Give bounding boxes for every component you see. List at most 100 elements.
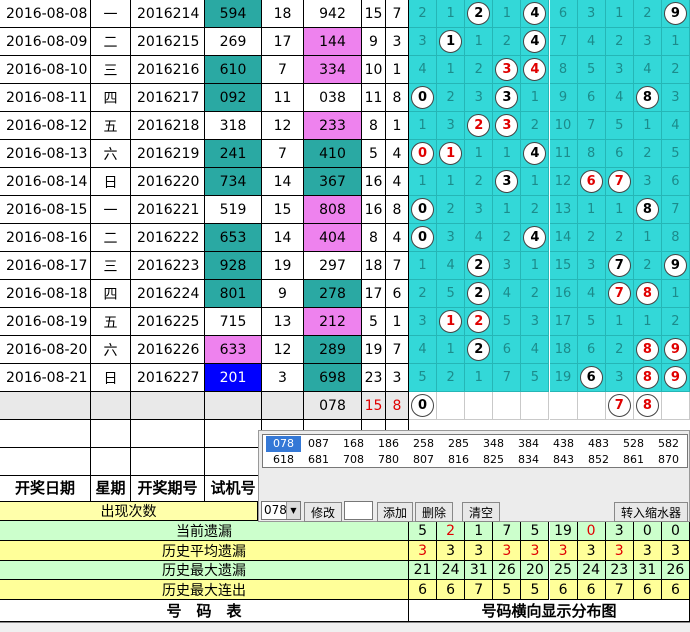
miss-count: 1 (530, 258, 540, 273)
blank-cell (91, 448, 131, 476)
distribution-cell: 3 (409, 308, 438, 336)
table-cell-sum: 17 (262, 28, 304, 56)
table-cell-week: 一 (91, 0, 131, 28)
hit-number-ball: 8 (635, 282, 659, 305)
combo-list-item[interactable]: 861 (616, 452, 651, 468)
combo-list-item[interactable]: 528 (616, 436, 651, 452)
table-cell-week: 四 (91, 84, 131, 112)
table-cell-week: 五 (91, 112, 131, 140)
stats-value: 6 (409, 580, 438, 600)
pending-distribution-cell (577, 392, 606, 420)
stats-value: 0 (661, 521, 690, 541)
combo-list-item[interactable]: 078 (266, 436, 301, 452)
distribution-cell: 3 (493, 84, 522, 112)
table-cell-date: 2016-08-16 (0, 224, 91, 252)
number-select[interactable]: 078 ▼ (261, 501, 301, 520)
combo-list-item[interactable]: 708 (336, 452, 371, 468)
miss-count: 2 (446, 90, 455, 105)
combo-list-item[interactable]: 384 (511, 436, 546, 452)
stats-value: 26 (493, 561, 522, 580)
miss-count: 4 (474, 230, 483, 245)
stats-value: 6 (549, 580, 578, 600)
combo-list-item[interactable]: 852 (581, 452, 616, 468)
clear-button[interactable]: 清空 (462, 502, 500, 522)
miss-count: 1 (615, 314, 624, 329)
blank-cell (0, 420, 91, 448)
table-cell-tail: 4 (386, 168, 409, 196)
table-cell-issue: 2016222 (131, 224, 205, 252)
distribution-cell: 0 (409, 140, 438, 168)
stats-value: 3 (661, 541, 690, 561)
hit-number-ball: 4 (523, 142, 547, 165)
distribution-cell: 3 (521, 308, 550, 336)
combo-list-item[interactable]: 186 (371, 436, 406, 452)
header-test-number: 试机号 (205, 473, 262, 502)
pending-distribution-cell (493, 392, 522, 420)
miss-count: 18 (554, 342, 572, 357)
stats-value: 3 (633, 541, 662, 561)
combo-list-item[interactable]: 870 (651, 452, 686, 468)
stats-value: 1 (465, 521, 494, 541)
distribution-cell: 5 (409, 364, 438, 392)
combo-list-item[interactable]: 843 (546, 452, 581, 468)
distribution-cell: 8 (577, 140, 606, 168)
combo-list-item[interactable]: 816 (441, 452, 476, 468)
distribution-cell: 1 (521, 84, 550, 112)
number-input-field[interactable] (344, 501, 373, 520)
transfer-to-reducer-button[interactable]: 转入缩水器 (614, 502, 688, 522)
miss-count: 17 (554, 314, 572, 329)
table-cell-span: 5 (362, 140, 386, 168)
stats-value: 3 (577, 541, 606, 561)
combo-list-item[interactable]: 582 (651, 436, 686, 452)
distribution-cell: 2 (633, 140, 662, 168)
hit-number-ball: 2 (467, 282, 491, 305)
table-cell-issue: 2016225 (131, 308, 205, 336)
distribution-cell: 0 (409, 224, 438, 252)
combo-list-item[interactable]: 780 (371, 452, 406, 468)
distribution-cell: 4 (577, 28, 606, 56)
number-select-value: 078 (264, 503, 287, 517)
miss-count: 1 (446, 6, 455, 21)
distribution-cell: 8 (661, 224, 690, 252)
table-cell-draw-number: 928 (205, 252, 262, 280)
distribution-cell: 2 (493, 224, 522, 252)
pending-distribution-cell (661, 392, 690, 420)
combo-list-item[interactable]: 681 (301, 452, 336, 468)
combo-list-item[interactable]: 807 (406, 452, 441, 468)
combo-list-item[interactable]: 438 (546, 436, 581, 452)
distribution-cell: 7 (661, 196, 690, 224)
distribution-cell: 5 (605, 112, 634, 140)
miss-count: 7 (558, 34, 568, 49)
delete-button[interactable]: 删除 (415, 502, 453, 522)
miss-count: 1 (502, 6, 511, 21)
hit-number-ball: 4 (523, 30, 547, 53)
modify-button[interactable]: 修改 (304, 502, 342, 522)
table-cell-tail: 4 (386, 224, 409, 252)
stats-value: 23 (605, 561, 634, 580)
table-cell-draw-number: 519 (205, 196, 262, 224)
miss-count: 5 (587, 62, 596, 77)
combo-list-item[interactable]: 258 (406, 436, 441, 452)
distribution-cell: 2 (465, 336, 494, 364)
miss-count: 3 (587, 258, 596, 273)
distribution-cell: 8 (633, 196, 662, 224)
miss-count: 2 (643, 258, 652, 273)
distribution-cell: 19 (549, 364, 578, 392)
combo-list-item[interactable]: 483 (581, 436, 616, 452)
table-cell-draw-number: 092 (205, 84, 262, 112)
table-cell-tail: 1 (386, 112, 409, 140)
combo-list-item[interactable]: 285 (441, 436, 476, 452)
stats-value: 3 (521, 541, 550, 561)
combo-list-item[interactable]: 825 (476, 452, 511, 468)
number-combo-list[interactable]: 078 087 168 186 258 285 348 384 438 483 528 582 618 6… (262, 434, 688, 468)
table-cell-week: 二 (91, 28, 131, 56)
chevron-down-icon[interactable]: ▼ (286, 502, 300, 519)
combo-list-item[interactable]: 834 (511, 452, 546, 468)
combo-list-item[interactable]: 087 (301, 436, 336, 452)
miss-count: 2 (502, 230, 511, 245)
combo-list-item[interactable]: 168 (336, 436, 371, 452)
combo-list-item[interactable]: 618 (266, 452, 301, 468)
add-button[interactable]: 添加 (377, 502, 413, 522)
distribution-cell: 2 (437, 84, 466, 112)
combo-list-item[interactable]: 348 (476, 436, 511, 452)
